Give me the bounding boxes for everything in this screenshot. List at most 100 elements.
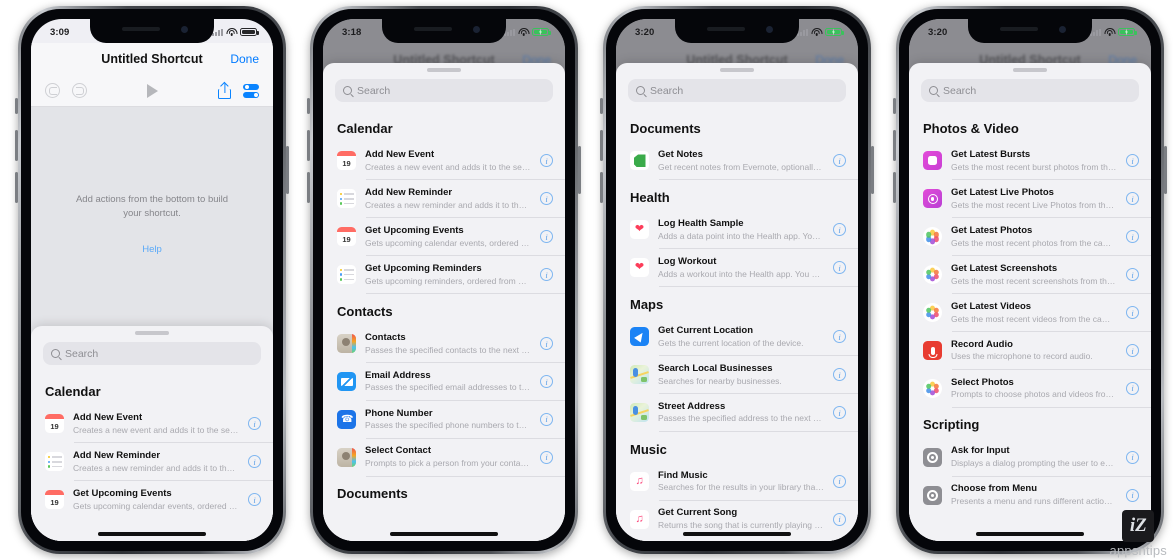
undo-icon[interactable] bbox=[45, 83, 60, 98]
help-link[interactable]: Help bbox=[142, 244, 162, 255]
status-indicators bbox=[212, 27, 259, 37]
info-icon[interactable]: i bbox=[833, 330, 846, 344]
info-icon[interactable]: i bbox=[248, 455, 261, 469]
info-icon[interactable]: i bbox=[540, 268, 553, 282]
actions-list[interactable]: Calendar 19 Add New Event Creates a new … bbox=[31, 374, 273, 541]
mute-switch[interactable] bbox=[893, 98, 896, 114]
volume-down-button[interactable] bbox=[600, 172, 603, 203]
volume-up-button[interactable] bbox=[15, 130, 18, 161]
volume-up-button[interactable] bbox=[600, 130, 603, 161]
list-item[interactable]: Add New Reminder Creates a new reminder … bbox=[31, 443, 273, 481]
list-item[interactable]: 19 Get Upcoming Events Gets upcoming cal… bbox=[31, 481, 273, 519]
list-item[interactable]: Add New Reminder Creates a new reminder … bbox=[323, 180, 565, 218]
actions-list[interactable]: Calendar 19 Add New Event Creates a new … bbox=[323, 111, 565, 541]
home-indicator[interactable] bbox=[683, 532, 791, 536]
volume-down-button[interactable] bbox=[893, 172, 896, 203]
info-icon[interactable]: i bbox=[248, 493, 261, 507]
list-item-subtitle: Adds a workout into the Health app. You … bbox=[658, 268, 824, 279]
search-icon bbox=[51, 349, 60, 358]
home-indicator[interactable] bbox=[976, 532, 1084, 536]
list-item[interactable]: Search Local Businesses Searches for nea… bbox=[616, 356, 858, 394]
list-item[interactable]: Get Latest Photos Gets the most recent p… bbox=[909, 218, 1151, 256]
info-icon[interactable]: i bbox=[540, 375, 553, 389]
power-button[interactable] bbox=[871, 146, 874, 194]
list-item[interactable]: 19 Get Upcoming Events Gets upcoming cal… bbox=[323, 218, 565, 256]
info-icon[interactable]: i bbox=[833, 368, 846, 382]
info-icon[interactable]: i bbox=[833, 154, 846, 168]
search-input[interactable]: Search bbox=[628, 79, 846, 102]
actions-list[interactable]: Photos & Video Get Latest Bursts Gets th… bbox=[909, 111, 1151, 541]
list-item[interactable]: 19 Add New Event Creates a new event and… bbox=[31, 405, 273, 443]
list-item[interactable]: ☎ Phone Number Passes the specified phon… bbox=[323, 401, 565, 439]
info-icon[interactable]: i bbox=[1126, 381, 1139, 395]
battery-icon bbox=[240, 27, 259, 37]
list-item[interactable]: ❤ Log Health Sample Adds a data point in… bbox=[616, 211, 858, 249]
home-indicator[interactable] bbox=[390, 532, 498, 536]
list-item[interactable]: Ask for Input Displays a dialog promptin… bbox=[909, 438, 1151, 477]
list-item[interactable]: Get Latest Live Photos Gets the most rec… bbox=[909, 180, 1151, 218]
list-item[interactable]: 19 Add New Event Creates a new event and… bbox=[323, 142, 565, 180]
info-icon[interactable]: i bbox=[1126, 450, 1139, 464]
list-item[interactable]: Get Upcoming Reminders Gets upcoming rem… bbox=[323, 256, 565, 294]
list-item[interactable]: Get Current Location Gets the current lo… bbox=[616, 318, 858, 356]
list-item[interactable]: Email Address Passes the specified email… bbox=[323, 363, 565, 401]
maps-icon bbox=[630, 365, 649, 385]
volume-down-button[interactable] bbox=[307, 172, 310, 203]
info-icon[interactable]: i bbox=[540, 450, 553, 464]
list-item-subtitle: Gets upcoming reminders, ordered from n… bbox=[365, 275, 531, 286]
power-button[interactable] bbox=[578, 146, 581, 194]
mute-switch[interactable] bbox=[307, 98, 310, 114]
info-icon[interactable]: i bbox=[1126, 268, 1139, 282]
search-input[interactable]: Search bbox=[43, 342, 261, 365]
info-icon[interactable]: i bbox=[1126, 154, 1139, 168]
power-button[interactable] bbox=[1164, 146, 1167, 194]
list-item[interactable]: Select Contact Prompts to pick a person … bbox=[323, 438, 565, 477]
power-button[interactable] bbox=[286, 146, 289, 194]
info-icon[interactable]: i bbox=[1126, 306, 1139, 320]
play-icon[interactable] bbox=[147, 83, 158, 98]
mute-switch[interactable] bbox=[600, 98, 603, 114]
mute-switch[interactable] bbox=[15, 98, 18, 114]
list-item[interactable]: Record Audio Uses the microphone to reco… bbox=[909, 332, 1151, 370]
volume-up-button[interactable] bbox=[307, 130, 310, 161]
list-item[interactable]: ❤ Log Workout Adds a workout into the He… bbox=[616, 249, 858, 287]
redo-icon[interactable] bbox=[72, 83, 87, 98]
list-item[interactable]: Street Address Passes the specified addr… bbox=[616, 394, 858, 432]
info-icon[interactable]: i bbox=[1126, 344, 1139, 358]
list-item-text: Add New Event Creates a new event and ad… bbox=[365, 149, 531, 173]
info-icon[interactable]: i bbox=[1126, 230, 1139, 244]
info-icon[interactable]: i bbox=[540, 230, 553, 244]
info-icon[interactable]: i bbox=[540, 337, 553, 351]
info-icon[interactable]: i bbox=[833, 261, 846, 275]
info-icon[interactable]: i bbox=[1126, 488, 1139, 502]
volume-up-button[interactable] bbox=[893, 130, 896, 161]
info-icon[interactable]: i bbox=[540, 154, 553, 168]
list-item[interactable]: Contacts Passes the specified contacts t… bbox=[323, 325, 565, 363]
info-icon[interactable]: i bbox=[833, 474, 846, 488]
list-item[interactable]: Choose from Menu Presents a menu and run… bbox=[909, 476, 1151, 514]
list-item[interactable]: Get Latest Screenshots Gets the most rec… bbox=[909, 256, 1151, 294]
list-item-title: Add New Event bbox=[365, 149, 435, 160]
info-icon[interactable]: i bbox=[540, 412, 553, 426]
done-button[interactable]: Done bbox=[230, 52, 259, 66]
home-indicator[interactable] bbox=[98, 532, 206, 536]
info-icon[interactable]: i bbox=[833, 406, 846, 420]
list-item[interactable]: Get Latest Bursts Gets the most recent b… bbox=[909, 142, 1151, 180]
section-header: Health bbox=[630, 189, 670, 205]
info-icon[interactable]: i bbox=[248, 417, 261, 431]
share-icon[interactable] bbox=[218, 82, 231, 99]
info-icon[interactable]: i bbox=[540, 192, 553, 206]
info-icon[interactable]: i bbox=[833, 512, 846, 526]
search-input[interactable]: Search bbox=[335, 79, 553, 102]
list-item[interactable]: Get Notes Get recent notes from Evernote… bbox=[616, 142, 858, 180]
actions-list[interactable]: Documents Get Notes Get recent notes fro… bbox=[616, 111, 858, 541]
search-input[interactable]: Search bbox=[921, 79, 1139, 102]
list-item[interactable]: Select Photos Prompts to choose photos a… bbox=[909, 370, 1151, 408]
info-icon[interactable]: i bbox=[833, 223, 846, 237]
toggles-icon[interactable] bbox=[243, 83, 259, 98]
info-icon[interactable]: i bbox=[1126, 192, 1139, 206]
volume-down-button[interactable] bbox=[15, 172, 18, 203]
list-item[interactable]: ♫ Find Music Searches for the results in… bbox=[616, 463, 858, 501]
notch bbox=[90, 19, 214, 43]
list-item[interactable]: Get Latest Videos Gets the most recent v… bbox=[909, 294, 1151, 332]
